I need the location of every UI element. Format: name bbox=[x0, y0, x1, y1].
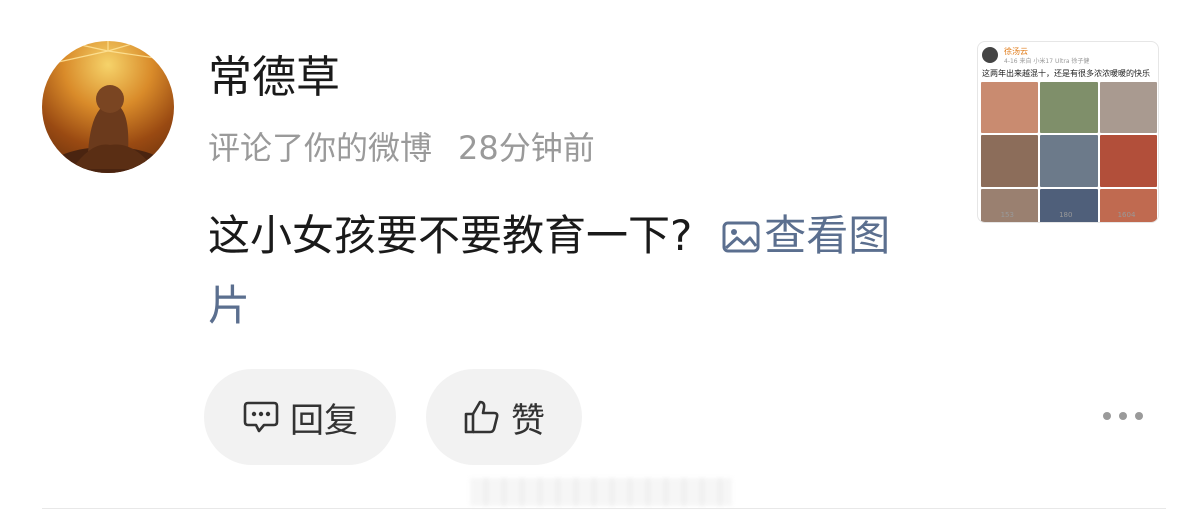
thumbnail-stats: 153 180 1604 bbox=[978, 211, 1158, 219]
more-options-icon[interactable] bbox=[1103, 406, 1143, 426]
thumbnail-likes: 1604 bbox=[1117, 211, 1136, 219]
reply-label: 回复 bbox=[290, 400, 358, 441]
divider bbox=[42, 508, 1166, 509]
thumbnail-photo bbox=[981, 135, 1039, 187]
comment-meta: 评论了你的微博 28分钟前 bbox=[208, 126, 595, 170]
thumbnail-image-grid bbox=[981, 82, 1157, 222]
thumbnail-photo bbox=[1099, 135, 1157, 187]
thumbnail-photo bbox=[1040, 82, 1098, 134]
action-text: 评论了你的微博 bbox=[208, 129, 433, 167]
thumbs-up-icon bbox=[464, 400, 499, 434]
original-post-thumbnail[interactable]: 徐汤云 4-16 来自 小米17 Ultra 徐子健 这两年出来越混十，还是有很… bbox=[977, 41, 1159, 223]
comment-icon bbox=[243, 401, 279, 433]
comment-text-block: 这小女孩要不要教育一下? 查看图片 bbox=[208, 201, 928, 341]
username[interactable]: 常德草 bbox=[208, 52, 340, 104]
avatar-image bbox=[48, 41, 168, 173]
thumbnail-caption: 这两年出来越混十，还是有很多浓浓暖暖的快乐 bbox=[982, 69, 1150, 78]
thumbnail-reposts: 153 bbox=[1000, 211, 1014, 219]
thumbnail-photo bbox=[1099, 82, 1157, 134]
avatar[interactable] bbox=[42, 41, 174, 173]
blurred-region bbox=[470, 478, 732, 506]
like-button[interactable]: 赞 bbox=[426, 369, 582, 465]
thumbnail-photo bbox=[981, 82, 1039, 134]
timestamp: 28分钟前 bbox=[458, 129, 595, 167]
like-label: 赞 bbox=[511, 400, 545, 441]
comment-text: 这小女孩要不要教育一下? bbox=[208, 211, 693, 260]
thumbnail-avatar bbox=[982, 47, 998, 63]
thumbnail-comments: 180 bbox=[1059, 211, 1073, 219]
image-icon bbox=[722, 221, 760, 253]
thumbnail-photo bbox=[1040, 135, 1098, 187]
reply-button[interactable]: 回复 bbox=[204, 369, 396, 465]
thumbnail-subtitle: 4-16 来自 小米17 Ultra 徐子健 bbox=[1004, 58, 1090, 65]
